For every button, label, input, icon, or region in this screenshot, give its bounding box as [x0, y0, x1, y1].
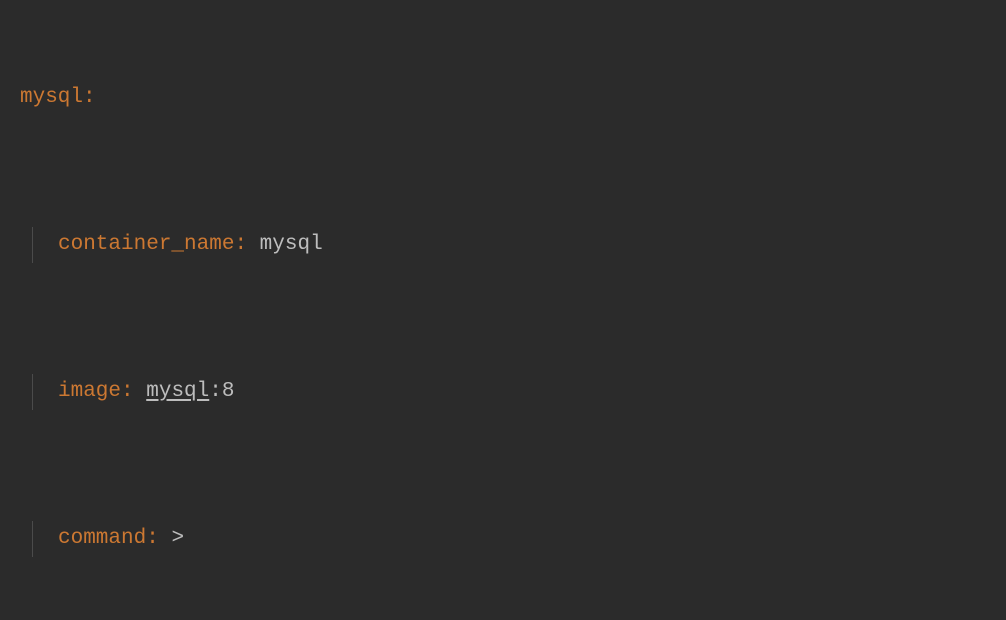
yaml-colon: : [146, 527, 159, 550]
yaml-key: container_name [58, 233, 234, 256]
yaml-colon: : [234, 233, 247, 256]
yaml-fold-indicator: > [171, 527, 184, 550]
yaml-value-link[interactable]: mysql [146, 380, 209, 403]
yaml-key: mysql [20, 86, 83, 109]
code-line: container_name: mysql [10, 227, 994, 264]
yaml-colon: : [121, 380, 134, 403]
yaml-key: command [58, 527, 146, 550]
code-line: command: > [10, 521, 994, 558]
yaml-colon: : [83, 86, 96, 109]
yaml-value: :8 [209, 380, 234, 403]
code-editor[interactable]: mysql: container_name: mysql image: mysq… [0, 0, 1006, 620]
code-line: image: mysql:8 [10, 374, 994, 411]
code-line: mysql: [10, 80, 994, 117]
yaml-value: mysql [260, 233, 323, 256]
yaml-key: image [58, 380, 121, 403]
